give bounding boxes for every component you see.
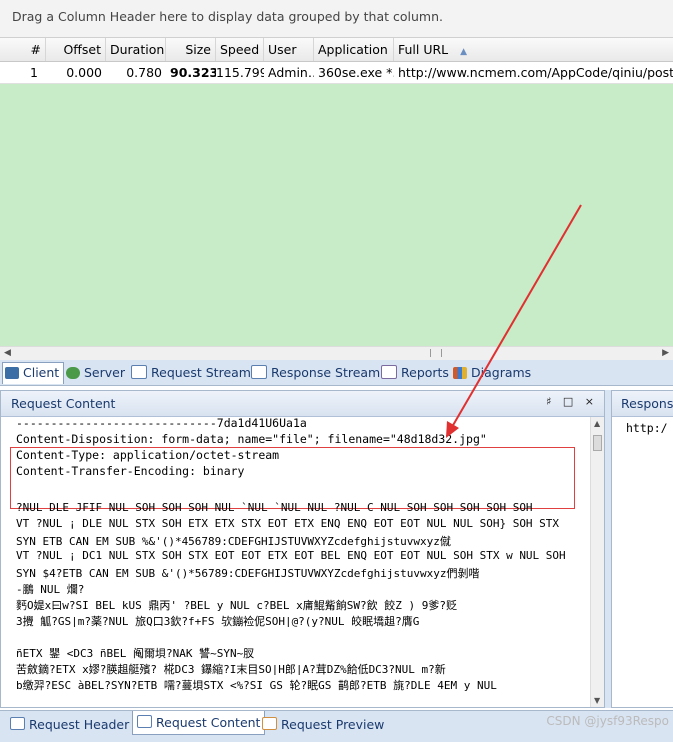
view-tabs: Client Server Request Stream Response St… (0, 360, 673, 386)
tab-request-stream[interactable]: Request Stream (131, 363, 251, 383)
column-header-duration[interactable]: Duration (106, 38, 166, 61)
tab-server[interactable]: Server (66, 363, 125, 383)
column-header-number[interactable]: # (0, 38, 46, 61)
tab-reports[interactable]: Reports (381, 363, 449, 383)
group-by-bar[interactable]: Drag a Column Header here to display dat… (0, 0, 673, 38)
binary-line (16, 629, 586, 643)
request-preview-icon (262, 717, 277, 730)
binary-line: VT ?NUL ¡ DLE NUL STX SOH ETX ETX STX EO… (16, 517, 560, 530)
request-stream-icon (131, 365, 147, 379)
tab-client[interactable]: Client (2, 362, 65, 384)
scroll-right-icon[interactable]: ▶ (662, 347, 669, 360)
binary-line: SYN $4?ETB CAN EM SUB &'()*56789:CDEFGHI… (16, 567, 480, 579)
boundary-line: -----------------------------7da1d41U6Ua… (16, 417, 307, 430)
response-titlebar: Respons (612, 391, 673, 417)
scrollbar-thumb[interactable] (593, 435, 602, 451)
column-header-user[interactable]: User (264, 38, 314, 61)
row-duration: 0.780 (126, 65, 162, 80)
binary-line: ñETX 鑍 <DC3 ñBEL 阄爾垻?NAK 讐~SYN~肞 (16, 647, 255, 659)
scroll-left-icon[interactable]: ◀ (4, 347, 11, 360)
binary-line: b缴羿?ESC àBEL?SYN?ETB 嚅?蔓垻STX <%?SI GS 轮?… (16, 679, 497, 691)
binary-line: 3攪 觚?GS|m?薬?NUL 旅Q口3欽?f+FS 欤鏰裣伲SOH|@?(y?… (16, 615, 420, 627)
request-header-icon (10, 717, 25, 730)
column-header-offset[interactable]: Offset (46, 38, 106, 61)
tab-request-preview[interactable]: Request Preview (262, 715, 384, 735)
tab-label: Request Header (29, 717, 130, 732)
tab-label: Reports (401, 365, 449, 380)
group-by-hint: Drag a Column Header here to display dat… (12, 9, 443, 24)
binary-line: -鵬 NUL 爛? (16, 583, 85, 595)
tab-diagrams[interactable]: Diagrams (453, 363, 531, 383)
tab-request-header[interactable]: Request Header (10, 715, 129, 735)
vertical-scrollbar[interactable]: ▲ ▼ (590, 417, 604, 707)
pane-title: Respons (621, 396, 673, 411)
server-icon (66, 367, 80, 379)
tab-label: Response Stream (271, 365, 381, 380)
tab-response-stream[interactable]: Response Stream (251, 363, 380, 383)
highlight-box (10, 447, 575, 509)
tab-label: Client (23, 365, 60, 380)
binary-line: ?NUL DLE JFIF NUL SOH SOH SOH NUL `NUL `… (16, 501, 533, 514)
row-application: 360se.exe *… (318, 65, 394, 80)
tab-request-content[interactable]: Request Content (132, 711, 266, 735)
row-number: 1 (30, 65, 38, 80)
reports-icon (381, 365, 397, 379)
binary-line: 苦斂鏑?ETX x嫪?朠趄艇殯? 椛DC3 鑤縮?I末目SO|H郎|A?茸DZ%… (16, 663, 446, 675)
tab-label: Server (84, 365, 125, 380)
row-size: 90.323 (170, 65, 216, 80)
column-header-size[interactable]: Size (166, 38, 216, 61)
binary-line: VT ?NUL ¡ DC1 NUL STX SOH STX EOT EOT ET… (16, 549, 566, 562)
column-header-application[interactable]: Application (314, 38, 394, 61)
scroll-up-icon[interactable]: ▲ (594, 419, 600, 428)
request-content-titlebar: Request Content ♯ □ × (1, 391, 604, 417)
binary-line: SYN ETB CAN EM SUB %&'()*456789:CDEFGHIJ… (16, 535, 451, 547)
request-content-body[interactable]: -----------------------------7da1d41U6Ua… (1, 417, 590, 707)
table-row[interactable]: 1 0.000 0.780 90.323 115.799 Admin… 360s… (0, 62, 673, 84)
scrollbar-grip[interactable] (430, 349, 442, 357)
scroll-down-icon[interactable]: ▼ (594, 696, 600, 705)
request-content-pane: Request Content ♯ □ × ------------------… (0, 390, 605, 708)
sort-ascending-icon: ▲ (460, 47, 468, 57)
horizontal-scrollbar[interactable]: ◀ ▶ (0, 346, 673, 360)
watermark: CSDN @jysf93Respo (546, 714, 669, 728)
request-content-icon (137, 715, 152, 728)
tab-label: Request Content (156, 715, 261, 730)
tab-label: Request Stream (151, 365, 251, 380)
content-disposition-line: Content-Disposition: form-data; name="fi… (16, 432, 487, 446)
diagrams-icon (453, 367, 467, 379)
column-header-full-url[interactable]: Full URL ▲ (394, 38, 673, 61)
pane-window-buttons[interactable]: ♯ □ × (546, 395, 598, 408)
grid-column-header: # Offset Duration Size Speed User Applic… (0, 38, 673, 62)
pane-title: Request Content (11, 396, 116, 411)
row-full-url: http://www.ncmem.com/AppCode/qiniu/post_… (398, 65, 673, 80)
row-offset: 0.000 (66, 65, 102, 80)
tab-label: Diagrams (471, 365, 532, 380)
tab-label: Request Preview (281, 717, 385, 732)
column-header-speed[interactable]: Speed (216, 38, 264, 61)
row-speed: 115.799 (216, 65, 264, 80)
grid-empty-area (0, 84, 673, 346)
response-content-pane: Respons http:/ (611, 390, 673, 708)
client-icon (5, 367, 19, 379)
response-stream-icon (251, 365, 267, 379)
response-url: http:/ (626, 421, 668, 435)
column-header-full-url-label: Full URL (398, 42, 449, 57)
binary-line: 麫O媞x曰w?SI BEL kUS 鼎丙' ?BEL y NUL c?BEL x… (16, 599, 458, 611)
row-user: Admin… (268, 65, 314, 80)
